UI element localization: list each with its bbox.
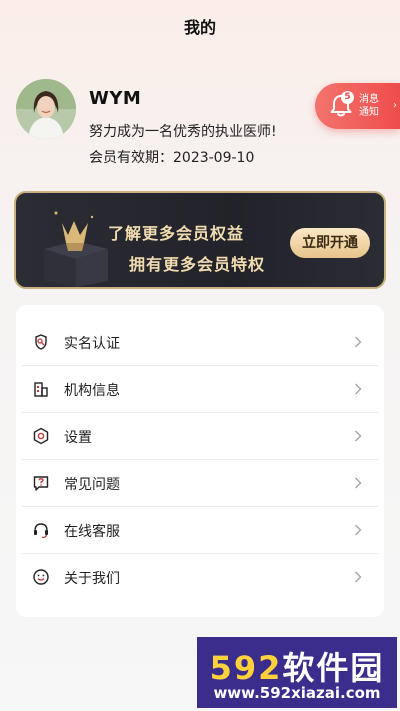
chevron-right-icon <box>354 430 362 442</box>
watermark-brand-number: 592 <box>209 649 283 687</box>
chevron-right-icon <box>354 336 362 348</box>
chevron-right-icon: › <box>393 100 397 111</box>
menu-item-label: 关于我们 <box>64 571 120 587</box>
username: WYM <box>89 88 142 109</box>
menu-item-label: 设置 <box>64 430 92 446</box>
chevron-right-icon <box>354 477 362 489</box>
avatar-image <box>16 79 76 139</box>
menu-item-label: 常见问题 <box>64 477 120 493</box>
gear-icon <box>33 427 49 445</box>
avatar[interactable] <box>16 79 76 139</box>
crown-box-icon <box>44 211 108 287</box>
vip-banner[interactable]: 了解更多会员权益 拥有更多会员特权 立即开通 <box>14 191 386 289</box>
menu-item-about-us[interactable]: 关于我们 <box>16 554 384 601</box>
menu-item-online-service[interactable]: 在线客服 <box>16 507 384 554</box>
menu-item-real-name-verification[interactable]: 实名认证 <box>16 319 384 366</box>
membership-expiry: 会员有效期：2023-09-10 <box>89 150 255 166</box>
vip-line2: 拥有更多会员特权 <box>129 255 266 274</box>
menu-item-faq[interactable]: 常见问题 <box>16 460 384 507</box>
menu-list: 实名认证 机构信息 设置 常见问题 在线客服 关于我们 <box>16 305 384 617</box>
notification-badge: 5 <box>341 91 354 104</box>
menu-item-label: 在线客服 <box>64 524 120 540</box>
notification-button[interactable]: 5 消息 通知 › <box>315 83 400 129</box>
question-icon <box>33 476 49 491</box>
notification-label-line1: 消息 <box>359 94 379 105</box>
menu-item-label: 机构信息 <box>64 383 120 399</box>
watermark-url: www.592xiazai.com <box>213 684 381 702</box>
watermark-logo: 592软件园 www.592xiazai.com <box>197 637 397 708</box>
headset-icon <box>34 523 48 539</box>
notification-label-line2: 通知 <box>359 107 379 118</box>
vip-line1: 了解更多会员权益 <box>108 224 245 243</box>
menu-item-label: 实名认证 <box>64 336 120 352</box>
chevron-right-icon <box>354 383 362 395</box>
chevron-right-icon <box>354 571 362 583</box>
chevron-right-icon <box>354 524 362 536</box>
notification-label: 消息 通知 <box>359 93 387 119</box>
watermark-brand-text: 软件园 <box>282 649 385 687</box>
menu-item-institution-info[interactable]: 机构信息 <box>16 366 384 413</box>
page-title: 我的 <box>183 18 216 37</box>
open-membership-button[interactable]: 立即开通 <box>290 228 370 258</box>
smile-icon <box>33 569 49 585</box>
menu-item-settings[interactable]: 设置 <box>16 413 384 460</box>
watermark-brand: 592软件园 <box>197 643 397 689</box>
verify-icon <box>35 334 47 350</box>
profile-motto: 努力成为一名优秀的执业医师! <box>89 124 277 140</box>
building-icon <box>34 382 48 397</box>
